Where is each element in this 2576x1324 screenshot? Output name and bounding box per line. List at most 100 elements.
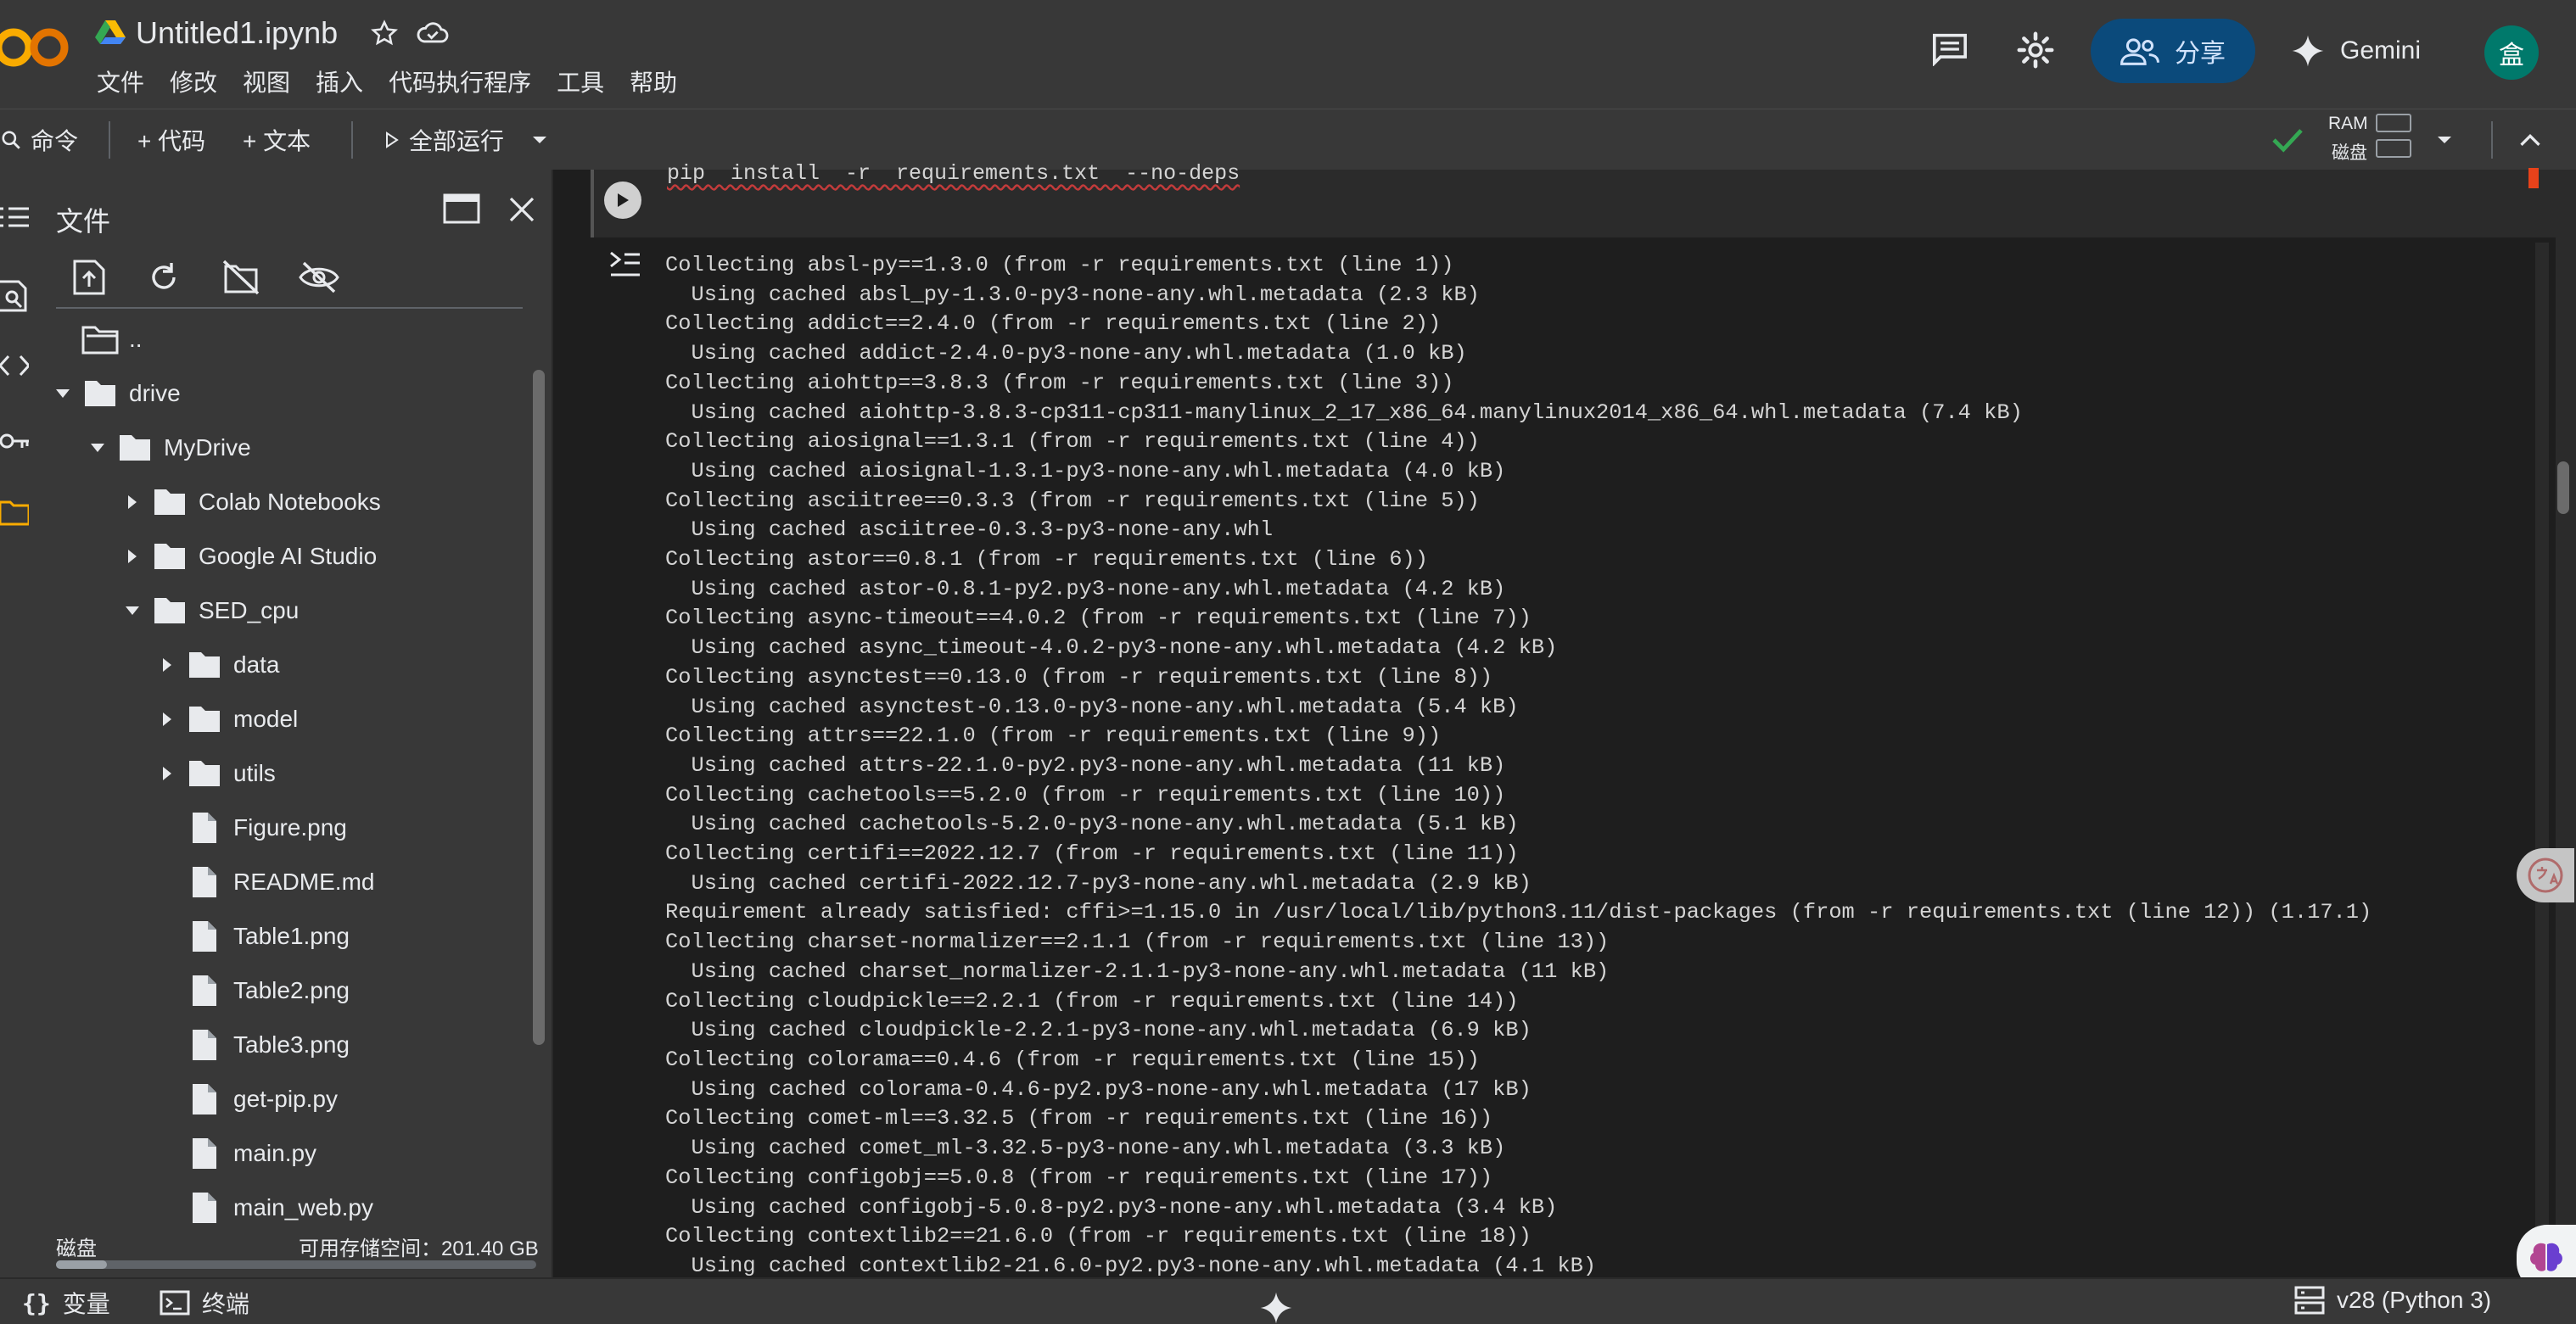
server-icon bbox=[2294, 1286, 2325, 1315]
caret-right-icon[interactable] bbox=[150, 766, 184, 781]
output-line: Collecting addict==2.4.0 (from -r requir… bbox=[665, 311, 1442, 337]
menu-edit[interactable]: 修改 bbox=[170, 64, 217, 98]
caret-right-icon[interactable] bbox=[115, 494, 149, 510]
gemini-sparkle-icon[interactable] bbox=[1259, 1291, 1293, 1324]
toolbar-divider bbox=[2491, 121, 2493, 159]
run-all-button[interactable]: 全部运行 bbox=[384, 109, 504, 170]
file-icon bbox=[184, 919, 225, 953]
gear-icon[interactable] bbox=[2016, 31, 2055, 70]
caret-down-icon[interactable] bbox=[115, 606, 149, 616]
google-drive-icon[interactable] bbox=[95, 19, 126, 46]
collapse-toolbar-button[interactable] bbox=[2518, 109, 2542, 170]
output-line: Collecting configobj==5.0.8 (from -r req… bbox=[665, 1165, 1493, 1190]
add-text-button[interactable]: + 文本 bbox=[243, 109, 311, 170]
brain-icon bbox=[2530, 1243, 2562, 1271]
folder-item[interactable]: data bbox=[150, 638, 280, 692]
tree-item-label: utils bbox=[233, 760, 276, 786]
connected-status[interactable] bbox=[2271, 109, 2304, 170]
runtime-info[interactable]: v28 (Python 3) bbox=[2294, 1286, 2491, 1315]
colab-logo[interactable] bbox=[0, 15, 71, 80]
folder-item[interactable]: Google AI Studio bbox=[115, 529, 377, 584]
variables-button[interactable]: {} 变量 bbox=[22, 1286, 110, 1320]
output-line: Collecting aiohttp==3.8.3 (from -r requi… bbox=[665, 370, 1454, 395]
code-editor-line[interactable]: pip install -r requirements.txt --no-dep… bbox=[667, 161, 1240, 186]
disk-label: 磁盘 bbox=[2332, 143, 2367, 163]
output-toggle-icon[interactable] bbox=[608, 249, 641, 280]
side-rail bbox=[0, 170, 31, 1277]
folder-item[interactable]: .. bbox=[46, 312, 143, 366]
key-icon[interactable] bbox=[0, 429, 29, 453]
folder-icon bbox=[184, 759, 225, 788]
menu-view[interactable]: 视图 bbox=[243, 64, 290, 98]
caret-right-icon[interactable] bbox=[150, 657, 184, 673]
close-icon[interactable] bbox=[507, 195, 536, 224]
add-code-button[interactable]: + 代码 bbox=[137, 109, 205, 170]
caret-right-icon[interactable] bbox=[115, 549, 149, 564]
folder-icon bbox=[115, 433, 155, 462]
file-item[interactable]: get-pip.py bbox=[150, 1072, 338, 1126]
folder-item[interactable]: drive bbox=[46, 366, 181, 421]
play-outline-icon bbox=[386, 131, 399, 148]
command-palette-button[interactable]: 命令 bbox=[0, 109, 78, 170]
tree-item-label: Table3.png bbox=[233, 1031, 350, 1058]
file-item[interactable]: Table3.png bbox=[150, 1018, 350, 1072]
refresh-icon[interactable] bbox=[148, 261, 180, 293]
disk-footer-label: 磁盘 bbox=[56, 1237, 97, 1260]
run-all-dropdown[interactable] bbox=[531, 109, 548, 170]
cloud-saved-icon[interactable] bbox=[416, 19, 450, 47]
folder-item[interactable]: MyDrive bbox=[81, 421, 251, 475]
find-replace-icon[interactable] bbox=[0, 278, 29, 312]
ram-meter[interactable] bbox=[2376, 114, 2411, 132]
tree-item-label: MyDrive bbox=[164, 434, 251, 461]
folder-item[interactable]: utils bbox=[150, 746, 276, 801]
folder-icon bbox=[184, 651, 225, 679]
caret-down-icon[interactable] bbox=[81, 443, 115, 453]
file-item[interactable]: main.py bbox=[150, 1126, 316, 1181]
file-item[interactable]: Table1.png bbox=[150, 909, 350, 964]
file-item[interactable]: main_web.py bbox=[150, 1181, 373, 1235]
folder-item[interactable]: SED_cpu bbox=[115, 584, 299, 638]
menu-help[interactable]: 帮助 bbox=[630, 64, 677, 98]
resources-dropdown[interactable] bbox=[2435, 109, 2454, 170]
translate-extension-button[interactable] bbox=[2517, 848, 2574, 902]
tree-item-label: SED_cpu bbox=[199, 597, 300, 623]
folder-item[interactable]: model bbox=[150, 692, 298, 746]
menu-tools[interactable]: 工具 bbox=[557, 64, 604, 98]
folder-item[interactable]: Colab Notebooks bbox=[115, 475, 381, 529]
output-scrollbar-track[interactable] bbox=[2535, 243, 2549, 1277]
file-item[interactable]: Figure.png bbox=[150, 801, 347, 855]
cell-error-marker bbox=[2528, 168, 2539, 188]
unmount-drive-icon[interactable] bbox=[222, 260, 260, 295]
notebook-scrollbar-thumb[interactable] bbox=[2557, 461, 2569, 514]
table-of-contents-icon[interactable] bbox=[0, 204, 29, 231]
open-in-window-icon[interactable] bbox=[443, 193, 480, 224]
toolbar-divider bbox=[351, 121, 353, 159]
disk-meter[interactable] bbox=[2376, 139, 2411, 158]
folder-icon[interactable] bbox=[0, 499, 29, 526]
terminal-label: 终端 bbox=[202, 1291, 250, 1317]
menu-insert[interactable]: 插入 bbox=[316, 64, 363, 98]
upload-file-icon[interactable] bbox=[73, 260, 105, 295]
folder-icon bbox=[184, 705, 225, 734]
comment-icon[interactable] bbox=[1931, 32, 1968, 66]
caret-right-icon[interactable] bbox=[150, 712, 184, 727]
code-snippets-icon[interactable] bbox=[0, 353, 29, 378]
menu-file[interactable]: 文件 bbox=[97, 64, 144, 98]
output-line: Collecting asciitree==0.3.3 (from -r req… bbox=[665, 488, 1480, 513]
run-cell-button[interactable] bbox=[604, 182, 641, 219]
panel-scrollbar[interactable] bbox=[533, 370, 545, 1045]
avatar[interactable]: 盒 bbox=[2484, 25, 2539, 80]
menu-runtime[interactable]: 代码执行程序 bbox=[389, 64, 531, 98]
gemini-button[interactable]: Gemini bbox=[2291, 25, 2421, 76]
tree-item-label: Figure.png bbox=[233, 814, 347, 841]
hide-files-icon[interactable] bbox=[299, 261, 339, 293]
output-line: Using cached asciitree-0.3.3-py3-none-an… bbox=[665, 517, 1274, 543]
star-icon[interactable] bbox=[370, 19, 399, 47]
file-item[interactable]: README.md bbox=[150, 855, 374, 909]
output-line: Using cached astor-0.8.1-py2.py3-none-an… bbox=[665, 576, 1506, 601]
terminal-button[interactable]: 终端 bbox=[160, 1286, 249, 1320]
file-item[interactable]: Table2.png bbox=[150, 964, 350, 1018]
caret-down-icon[interactable] bbox=[46, 388, 80, 399]
share-button[interactable]: 分享 bbox=[2091, 19, 2255, 83]
notebook-title[interactable]: Untitled1.ipynb bbox=[136, 15, 338, 51]
